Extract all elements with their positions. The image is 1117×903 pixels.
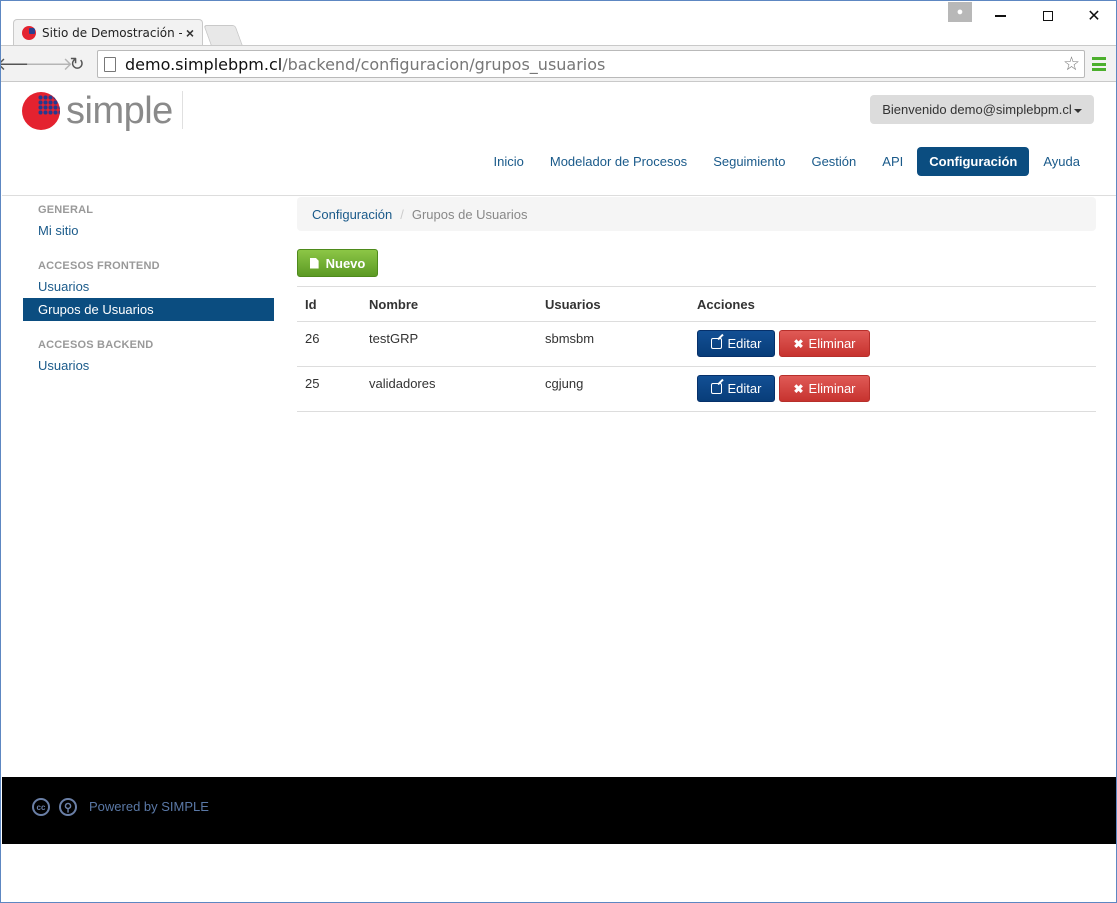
- sidebar: GENERAL Mi sitio ACCESOS FRONTEND Usuari…: [23, 201, 274, 377]
- file-icon: [309, 257, 319, 269]
- page-content: simple Bienvenido demo@simplebpm.cl Inic…: [2, 83, 1116, 902]
- column-header-nombre: Nombre: [361, 286, 537, 322]
- sidebar-header-general: GENERAL: [38, 204, 94, 216]
- column-header-acciones: Acciones: [689, 286, 1096, 322]
- bookmark-star-icon[interactable]: ☆: [1063, 53, 1080, 76]
- tab-close-icon[interactable]: ×: [186, 25, 194, 41]
- sidebar-header-backend: ACCESOS BACKEND: [38, 339, 154, 351]
- minimize-button[interactable]: [977, 5, 1023, 27]
- browser-menu-icon[interactable]: [1092, 57, 1106, 71]
- delete-button[interactable]: ✖ Eliminar: [779, 330, 870, 357]
- close-x-icon: ✖: [793, 336, 804, 351]
- delete-button[interactable]: ✖ Eliminar: [779, 375, 870, 402]
- table-row: 26 testGRP sbmsbm Editar ✖ Eliminar: [297, 321, 1096, 367]
- new-tab-button[interactable]: [203, 25, 243, 45]
- user-menu-label: Bienvenido demo@simplebpm.cl: [882, 102, 1072, 117]
- edit-button[interactable]: Editar: [697, 375, 775, 402]
- cell-id: 26: [297, 321, 361, 367]
- nav-seguimiento[interactable]: Seguimiento: [700, 147, 798, 176]
- logo-divider: [182, 91, 183, 129]
- cell-id: 25: [297, 366, 361, 412]
- url-text[interactable]: demo.simplebpm.cl/backend/configuracion/…: [125, 55, 605, 74]
- cell-nombre: testGRP: [361, 321, 537, 367]
- column-header-usuarios: Usuarios: [537, 286, 689, 322]
- nav-configuracion[interactable]: Configuración: [917, 147, 1030, 176]
- nav-api[interactable]: API: [869, 147, 916, 176]
- maximize-button[interactable]: [1025, 5, 1071, 27]
- edit-icon: [710, 383, 722, 394]
- logo-text: simple: [66, 90, 173, 132]
- header-divider: [2, 195, 1116, 196]
- page-icon: [104, 56, 116, 72]
- edit-button[interactable]: Editar: [697, 330, 775, 357]
- main-nav: Inicio Modelador de Procesos Seguimiento…: [481, 147, 1093, 176]
- close-x-icon: ✖: [793, 381, 804, 396]
- sidebar-header-frontend: ACCESOS FRONTEND: [38, 260, 160, 272]
- caret-down-icon: [1073, 108, 1082, 113]
- new-button[interactable]: Nuevo: [297, 249, 378, 277]
- profile-icon[interactable]: ●: [948, 2, 972, 22]
- address-bar[interactable]: demo.simplebpm.cl/backend/configuracion/…: [97, 50, 1085, 78]
- logo-mark-icon: [22, 92, 60, 130]
- table-header-row: Id Nombre Usuarios Acciones: [297, 286, 1096, 322]
- cell-nombre: validadores: [361, 366, 537, 412]
- delete-button-label: Eliminar: [808, 381, 856, 396]
- cell-usuarios: sbmsbm: [537, 321, 689, 367]
- user-menu-dropdown[interactable]: Bienvenido demo@simplebpm.cl: [870, 95, 1094, 124]
- cell-usuarios: cgjung: [537, 366, 689, 412]
- title-bar: Sitio de Demostración - C × ● ✕: [1, 1, 1116, 45]
- sidebar-item-usuarios-backend[interactable]: Usuarios: [23, 354, 274, 377]
- logo[interactable]: simple: [22, 91, 173, 131]
- cell-acciones: Editar ✖ Eliminar: [689, 321, 1096, 367]
- column-header-id: Id: [297, 286, 361, 322]
- edit-icon: [710, 338, 722, 349]
- sidebar-item-mi-sitio[interactable]: Mi sitio: [23, 219, 274, 242]
- close-window-button[interactable]: ✕: [1071, 5, 1116, 27]
- breadcrumb: Configuración / Grupos de Usuarios: [297, 197, 1096, 231]
- breadcrumb-configuracion[interactable]: Configuración: [312, 207, 392, 222]
- edit-button-label: Editar: [727, 381, 762, 396]
- favicon-icon: [22, 25, 36, 40]
- nav-modelador[interactable]: Modelador de Procesos: [537, 147, 700, 176]
- footer: cc ⚲ Powered by SIMPLE: [2, 777, 1116, 844]
- attribution-person-icon[interactable]: ⚲: [59, 798, 77, 816]
- tab-title: Sitio de Demostración - C: [42, 25, 182, 40]
- delete-button-label: Eliminar: [808, 336, 856, 351]
- table-row: 25 validadores cgjung Editar ✖ Eliminar: [297, 366, 1096, 412]
- forward-arrow-icon[interactable]: 🡒: [25, 53, 73, 75]
- browser-tab[interactable]: Sitio de Demostración - C ×: [13, 19, 203, 45]
- sidebar-item-usuarios-frontend[interactable]: Usuarios: [23, 275, 274, 298]
- sidebar-item-grupos-usuarios[interactable]: Grupos de Usuarios: [23, 298, 274, 321]
- nav-ayuda[interactable]: Ayuda: [1030, 147, 1093, 176]
- creative-commons-icon[interactable]: cc: [32, 798, 50, 816]
- breadcrumb-separator: /: [400, 206, 404, 222]
- cell-acciones: Editar ✖ Eliminar: [689, 366, 1096, 412]
- edit-button-label: Editar: [727, 336, 762, 351]
- groups-table: Id Nombre Usuarios Acciones 26 testGRP s…: [297, 286, 1096, 412]
- nav-inicio[interactable]: Inicio: [481, 147, 537, 176]
- nav-gestion[interactable]: Gestión: [798, 147, 869, 176]
- browser-toolbar: 🡐 🡒 ↻ demo.simplebpm.cl/backend/configur…: [1, 45, 1116, 82]
- browser-window: Sitio de Demostración - C × ● ✕ 🡐 🡒 ↻ de…: [0, 0, 1117, 903]
- breadcrumb-current: Grupos de Usuarios: [411, 206, 528, 222]
- new-button-label: Nuevo: [325, 255, 366, 271]
- reload-icon[interactable]: ↻: [66, 53, 88, 75]
- powered-by-link[interactable]: Powered by SIMPLE: [89, 798, 209, 816]
